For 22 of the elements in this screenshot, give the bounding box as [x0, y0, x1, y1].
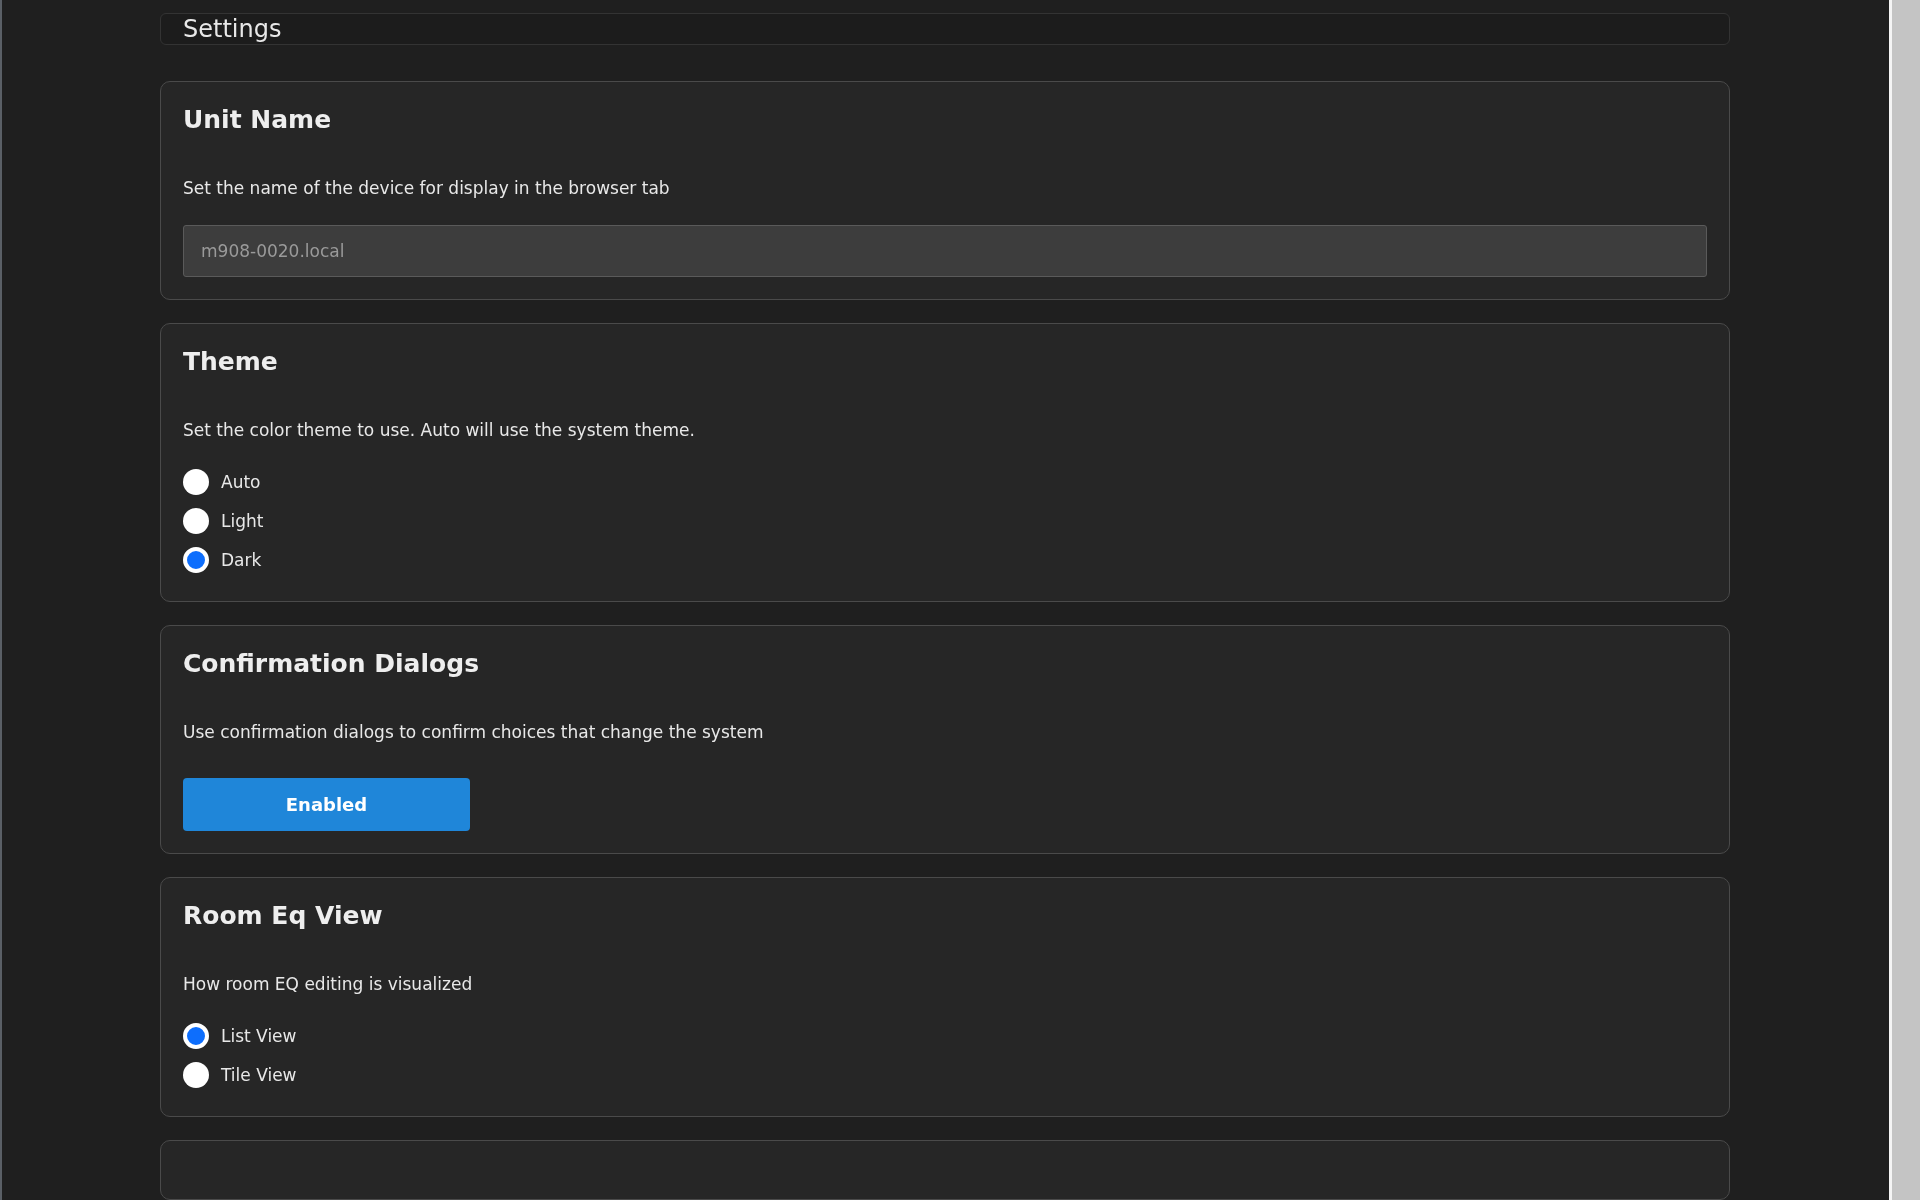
text-field[interactable]: m908-0020.local: [183, 225, 1707, 277]
scrollbar[interactable]: [1889, 0, 1920, 1200]
radio-button[interactable]: [183, 1061, 209, 1088]
section-heading: Unit Name: [183, 104, 333, 136]
section-description: Set the name of the device for display in the browser tab: [183, 177, 671, 200]
radio-option[interactable]: Light: [183, 501, 264, 540]
radio-button[interactable]: [183, 507, 209, 534]
section-heading: Confirmation Dialogs: [183, 648, 480, 680]
section-heading: Room Eq View: [183, 900, 384, 932]
radio-option[interactable]: List View: [183, 1016, 297, 1055]
section-heading: Theme: [183, 346, 279, 378]
toggle-button[interactable]: Enabled: [183, 778, 470, 831]
radio-option[interactable]: Tile View: [183, 1055, 297, 1094]
section-description: How room EQ editing is visualized: [183, 973, 474, 996]
radio-option[interactable]: Auto: [183, 462, 261, 501]
section-description: Use confirmation dialogs to confirm choices that change the system: [183, 721, 765, 744]
page-title: Settings: [183, 15, 282, 43]
radio-button[interactable]: [183, 1022, 209, 1049]
radio-option[interactable]: Dark: [183, 540, 262, 579]
radio-button[interactable]: [183, 546, 209, 573]
radio-button[interactable]: [183, 468, 209, 495]
section-description: Set the color theme to use. Auto will use the system theme.: [183, 419, 696, 442]
